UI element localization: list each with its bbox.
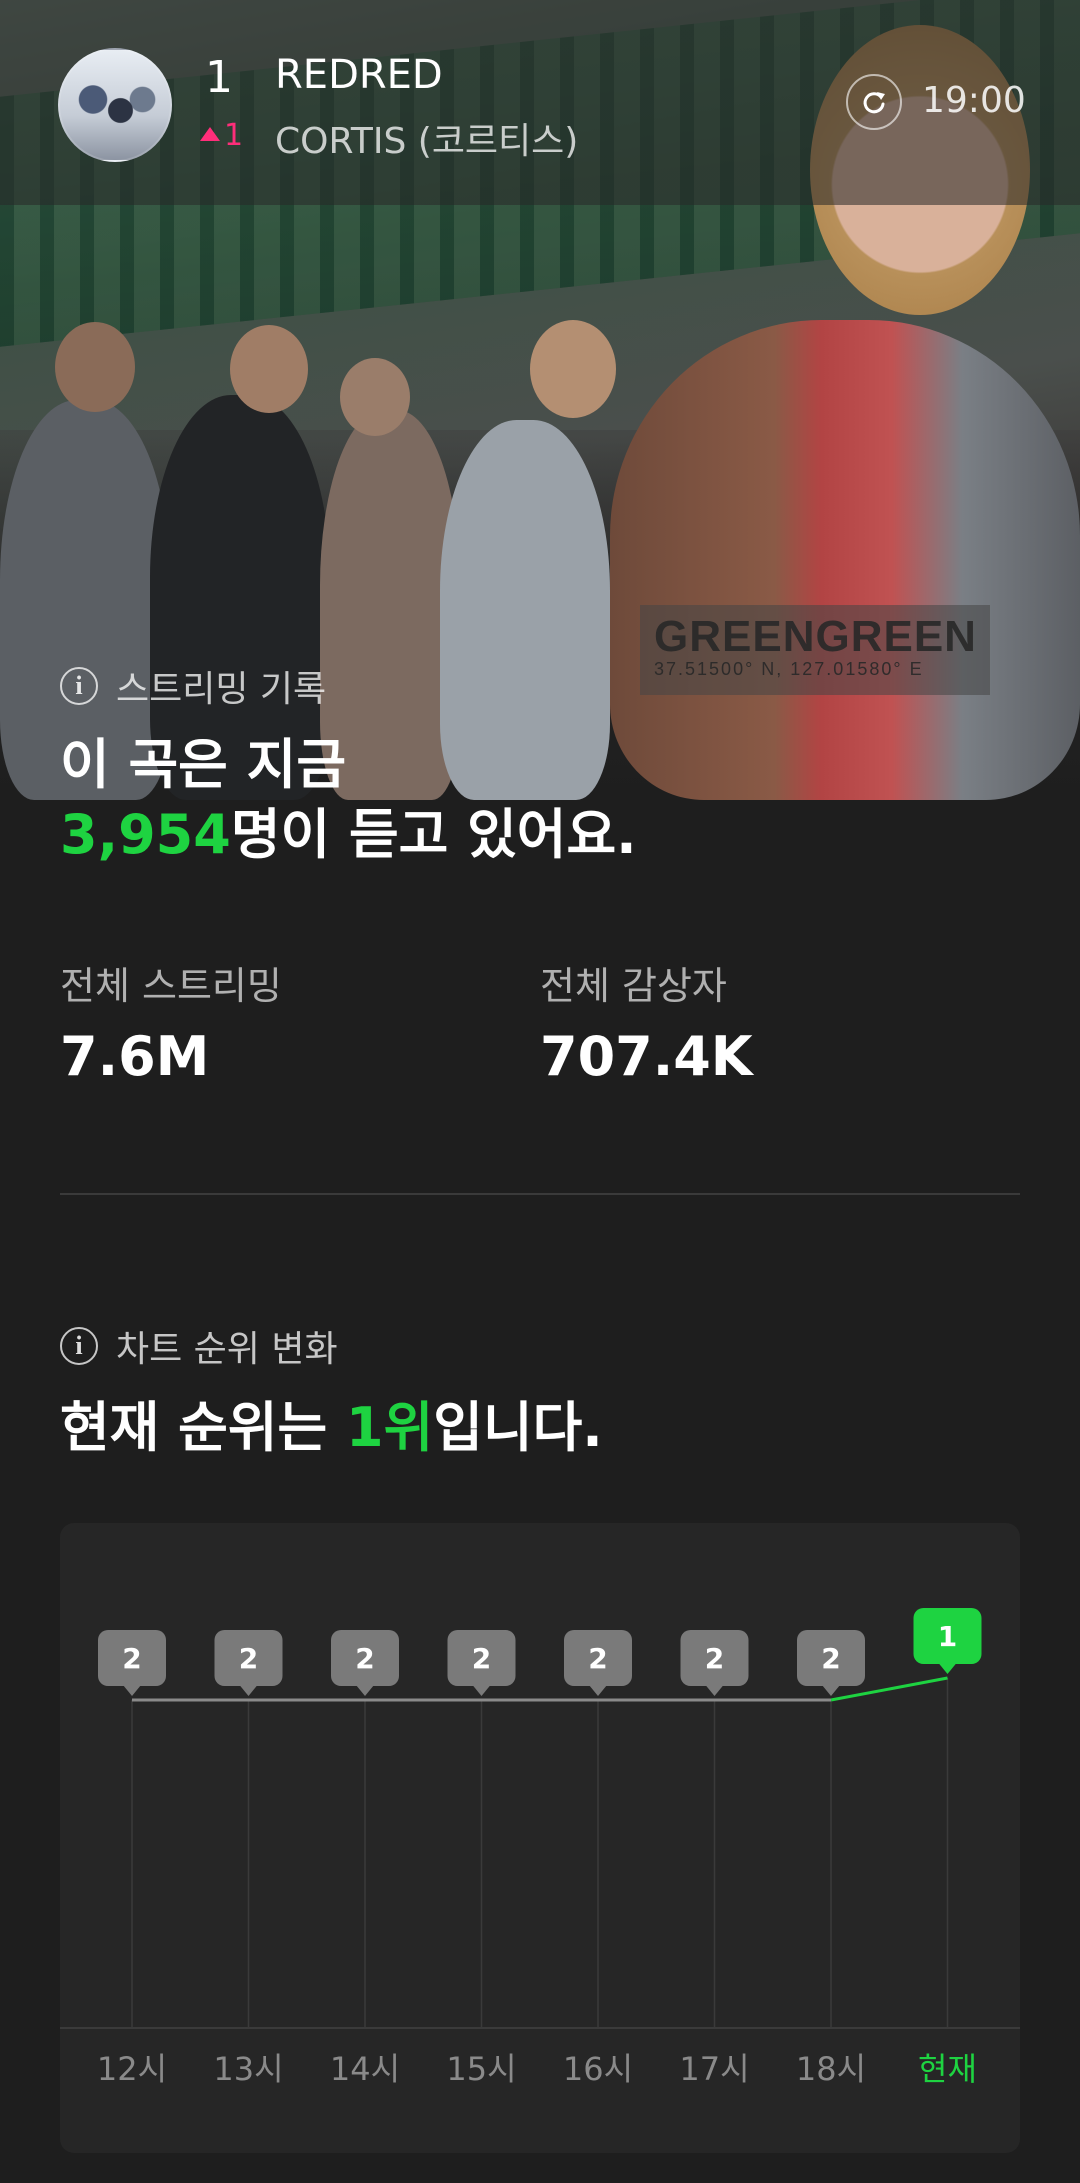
chart-time: 19:00	[922, 80, 1026, 121]
x-tick-label: 18시	[796, 2050, 866, 2088]
rank-value-label: 2	[588, 1642, 607, 1675]
rank-change-value: 1	[224, 118, 244, 153]
rank-bubble-pointer	[938, 1663, 957, 1674]
refresh-button[interactable]	[846, 74, 902, 130]
rank-bubble-pointer	[356, 1685, 374, 1696]
rank-value-label: 2	[122, 1642, 141, 1675]
song-title: REDRED	[275, 52, 443, 98]
song-artist: CORTIS (코르티스)	[275, 121, 579, 162]
rank-headline-prefix: 현재 순위는	[60, 1396, 346, 1459]
x-tick-label: 17시	[679, 2050, 749, 2088]
total-listeners-label: 전체 감상자	[540, 964, 727, 1008]
rank-value-label: 2	[821, 1642, 840, 1675]
triangle-up-icon	[200, 127, 220, 141]
rank-chart: 2 12시 2 13시 2 14시 2 15시 2 16시 2 17시 2 18시 1 현재	[60, 1523, 1020, 2153]
rank-bubble-pointer	[705, 1685, 724, 1696]
person-head	[230, 325, 308, 413]
rank-section-label: i 차트 순위 변화	[60, 1320, 338, 1372]
rank-bubble-pointer	[472, 1685, 491, 1696]
info-icon[interactable]: i	[60, 667, 98, 705]
rank-bubble-pointer	[822, 1685, 840, 1696]
current-rank: 1위	[346, 1396, 434, 1459]
x-tick-label: 14시	[330, 2050, 400, 2088]
rank-headline-suffix: 입니다.	[433, 1396, 603, 1459]
rank-value-label: 2	[239, 1642, 258, 1675]
person-head	[55, 322, 135, 412]
streaming-section-label: i 스트리밍 기록	[60, 660, 326, 712]
rank-bubble-pointer	[123, 1685, 141, 1696]
section-divider	[60, 1193, 1020, 1195]
rank-value-label: 2	[355, 1642, 374, 1675]
rank-value-label: 2	[705, 1642, 724, 1675]
streaming-headline-line1: 이 곡은 지금	[60, 733, 346, 796]
person-figure	[610, 320, 1080, 800]
x-tick-label: 현재	[918, 2050, 977, 2088]
total-streams-value: 7.6M	[60, 1025, 210, 1088]
rank-chart-svg: 2 12시 2 13시 2 14시 2 15시 2 16시 2 17시 2 18시 1 현재	[60, 1608, 1020, 2088]
signboard-subtext: 37.51500° N, 127.01580° E	[654, 659, 924, 679]
x-tick-label: 13시	[213, 2050, 283, 2088]
info-icon[interactable]: i	[60, 1327, 98, 1365]
rank-bubble-pointer	[589, 1685, 607, 1696]
streaming-headline-suffix: 명이 듣고 있어요.	[230, 803, 637, 866]
streaming-headline: 이 곡은 지금 3,954명이 듣고 있어요.	[60, 730, 637, 870]
x-tick-label: 16시	[563, 2050, 633, 2088]
rank-headline: 현재 순위는 1위입니다.	[60, 1393, 603, 1463]
rank-change: 1	[200, 118, 243, 153]
rank-value-label: 1	[938, 1620, 957, 1653]
person-head	[530, 320, 616, 418]
total-listeners-value: 707.4K	[540, 1025, 753, 1088]
album-art-thumbnail[interactable]	[58, 48, 172, 162]
rank-number: 1	[205, 52, 233, 103]
rank-value-label: 2	[472, 1642, 491, 1675]
x-tick-label: 12시	[97, 2050, 167, 2088]
x-tick-label: 15시	[446, 2050, 516, 2088]
total-streams-label: 전체 스트리밍	[60, 964, 282, 1008]
current-listeners-count: 3,954	[60, 803, 231, 866]
person-head	[340, 358, 410, 436]
signboard-text: GREENGREEN	[654, 612, 977, 661]
hero-signboard: GREENGREEN 37.51500° N, 127.01580° E	[640, 605, 990, 695]
refresh-icon	[863, 92, 885, 114]
rank-label-text: 차트 순위 변화	[116, 1329, 338, 1370]
rank-bubble-pointer	[239, 1685, 258, 1696]
streaming-headline-line2: 3,954명이 듣고 있어요.	[60, 800, 637, 870]
streaming-label-text: 스트리밍 기록	[116, 669, 327, 710]
